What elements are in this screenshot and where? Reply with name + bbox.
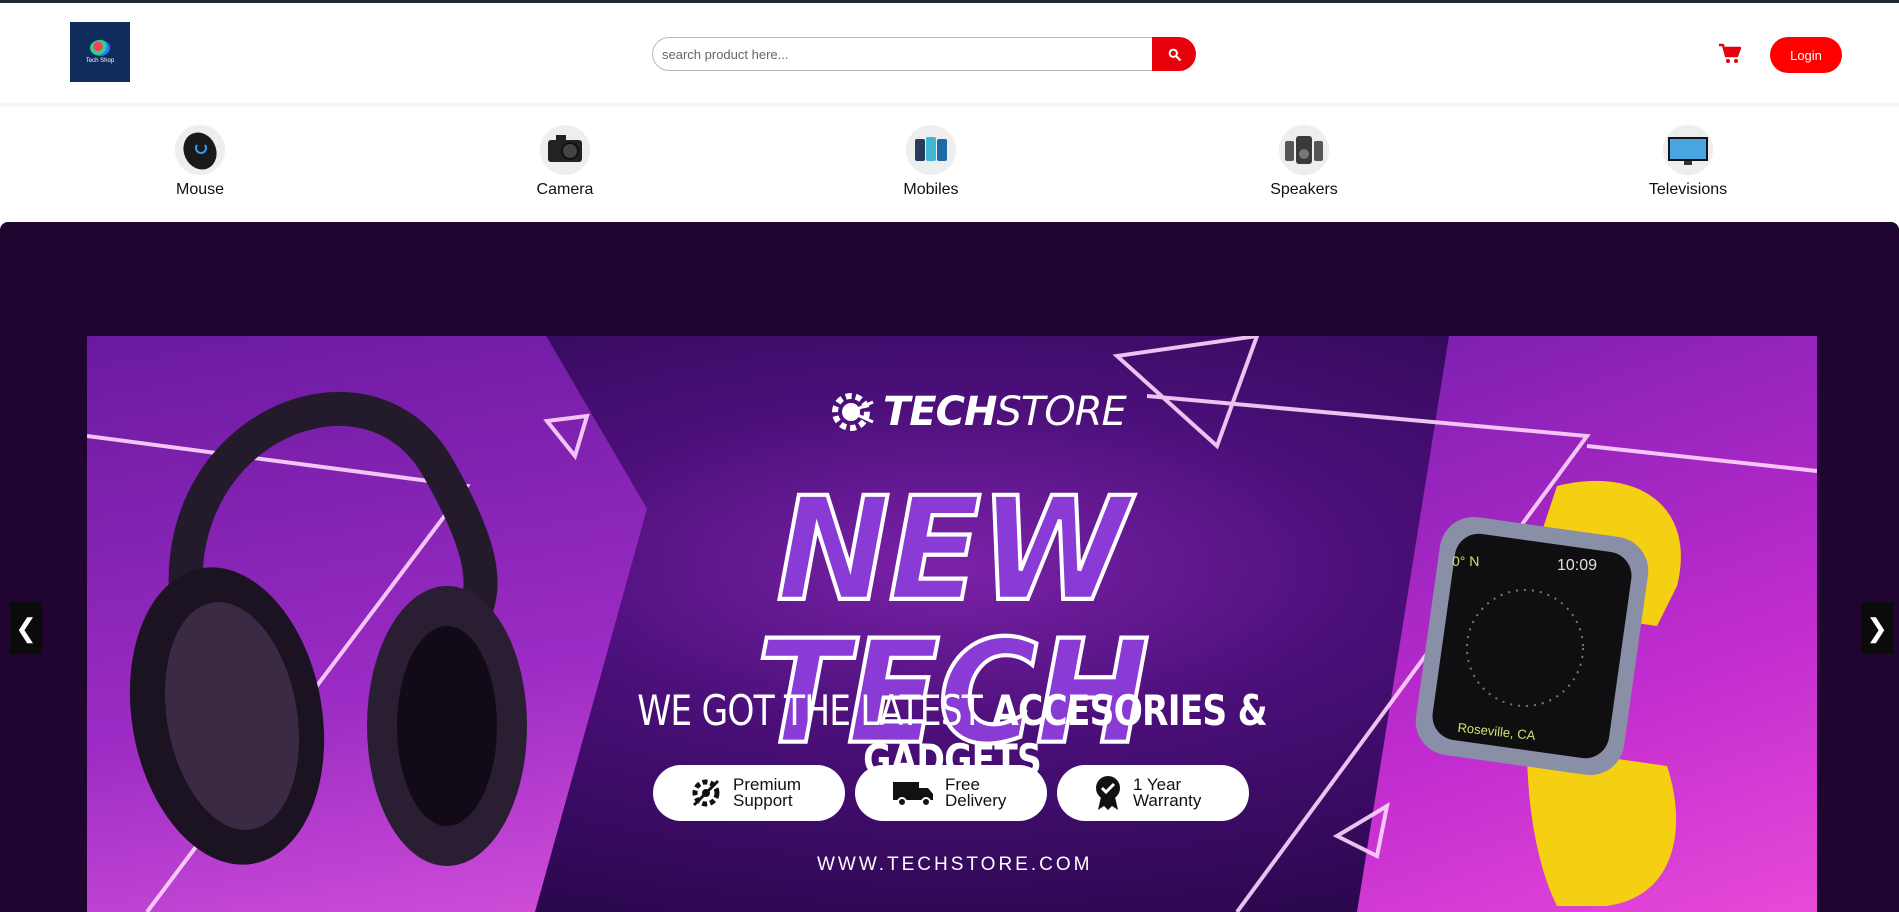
- smartwatch-image: 0° N 10:09 Roseville, CA: [1415, 480, 1681, 906]
- brand-word-light: STORE: [996, 389, 1126, 435]
- warranty-badge-icon: [1096, 776, 1120, 810]
- category-label: Televisions: [1648, 181, 1728, 198]
- support-gear-icon: [692, 779, 720, 807]
- brand-gear-icon: [832, 393, 874, 431]
- search-input[interactable]: [652, 37, 1152, 71]
- badge-line2: Support: [733, 791, 793, 810]
- logo-text: Tech Shop: [85, 58, 115, 64]
- speaker-icon: [1279, 125, 1329, 175]
- category-speakers[interactable]: Speakers: [1244, 125, 1364, 199]
- category-label: Mobiles: [903, 181, 959, 198]
- mouse-icon: [175, 125, 225, 175]
- search-icon: [1168, 48, 1181, 61]
- search-button[interactable]: [1152, 37, 1196, 71]
- badge-free-delivery: Free Delivery: [855, 765, 1047, 821]
- television-icon: [1663, 125, 1713, 175]
- watch-heading: 0° N: [1452, 553, 1479, 569]
- delivery-truck-icon: [893, 782, 933, 807]
- hero-carousel: TECHSTORE NEW TECH WE GOT THE LATEST ACC…: [0, 222, 1899, 912]
- carousel-prev-button[interactable]: ❮: [10, 602, 42, 654]
- watch-time: 10:09: [1557, 557, 1597, 574]
- site-logo[interactable]: Tech Shop: [70, 22, 130, 82]
- brand-word-bold: TECH: [883, 389, 997, 435]
- cart-button[interactable]: [1718, 43, 1742, 65]
- category-bar: Mouse Camera Mobiles Speakers Television…: [0, 107, 1899, 222]
- logo-mark-icon: [90, 40, 110, 56]
- category-televisions[interactable]: Televisions: [1628, 125, 1748, 199]
- badge-premium-support: Premium Support: [653, 765, 845, 821]
- tagline-light: WE GOT THE LATEST: [637, 686, 993, 735]
- search-bar: [652, 37, 1196, 71]
- camera-icon: [540, 125, 590, 175]
- mobile-icon: [906, 125, 956, 175]
- category-label: Camera: [536, 181, 594, 198]
- badge-warranty: 1 Year Warranty: [1057, 765, 1249, 821]
- carousel-next-button[interactable]: ❯: [1861, 602, 1893, 654]
- category-mouse[interactable]: Mouse: [140, 125, 260, 199]
- category-label: Mouse: [175, 181, 225, 198]
- slide-url: WWW.TECHSTORE.COM: [817, 854, 1093, 875]
- site-header: Tech Shop Login: [0, 3, 1899, 103]
- category-mobiles[interactable]: Mobiles: [871, 125, 991, 199]
- slide-brand: TECHSTORE: [827, 388, 1127, 436]
- category-camera[interactable]: Camera: [505, 125, 625, 199]
- badge-line2: Delivery: [945, 791, 1007, 810]
- login-button[interactable]: Login: [1770, 37, 1842, 73]
- carousel-slide: TECHSTORE NEW TECH WE GOT THE LATEST ACC…: [87, 336, 1817, 912]
- category-label: Speakers: [1270, 181, 1338, 198]
- feature-badges: Premium Support Free Delivery 1 Year Warran…: [653, 765, 1249, 821]
- cart-icon: [1719, 43, 1742, 63]
- headphones-image: [129, 391, 527, 866]
- badge-line2: Warranty: [1133, 791, 1202, 810]
